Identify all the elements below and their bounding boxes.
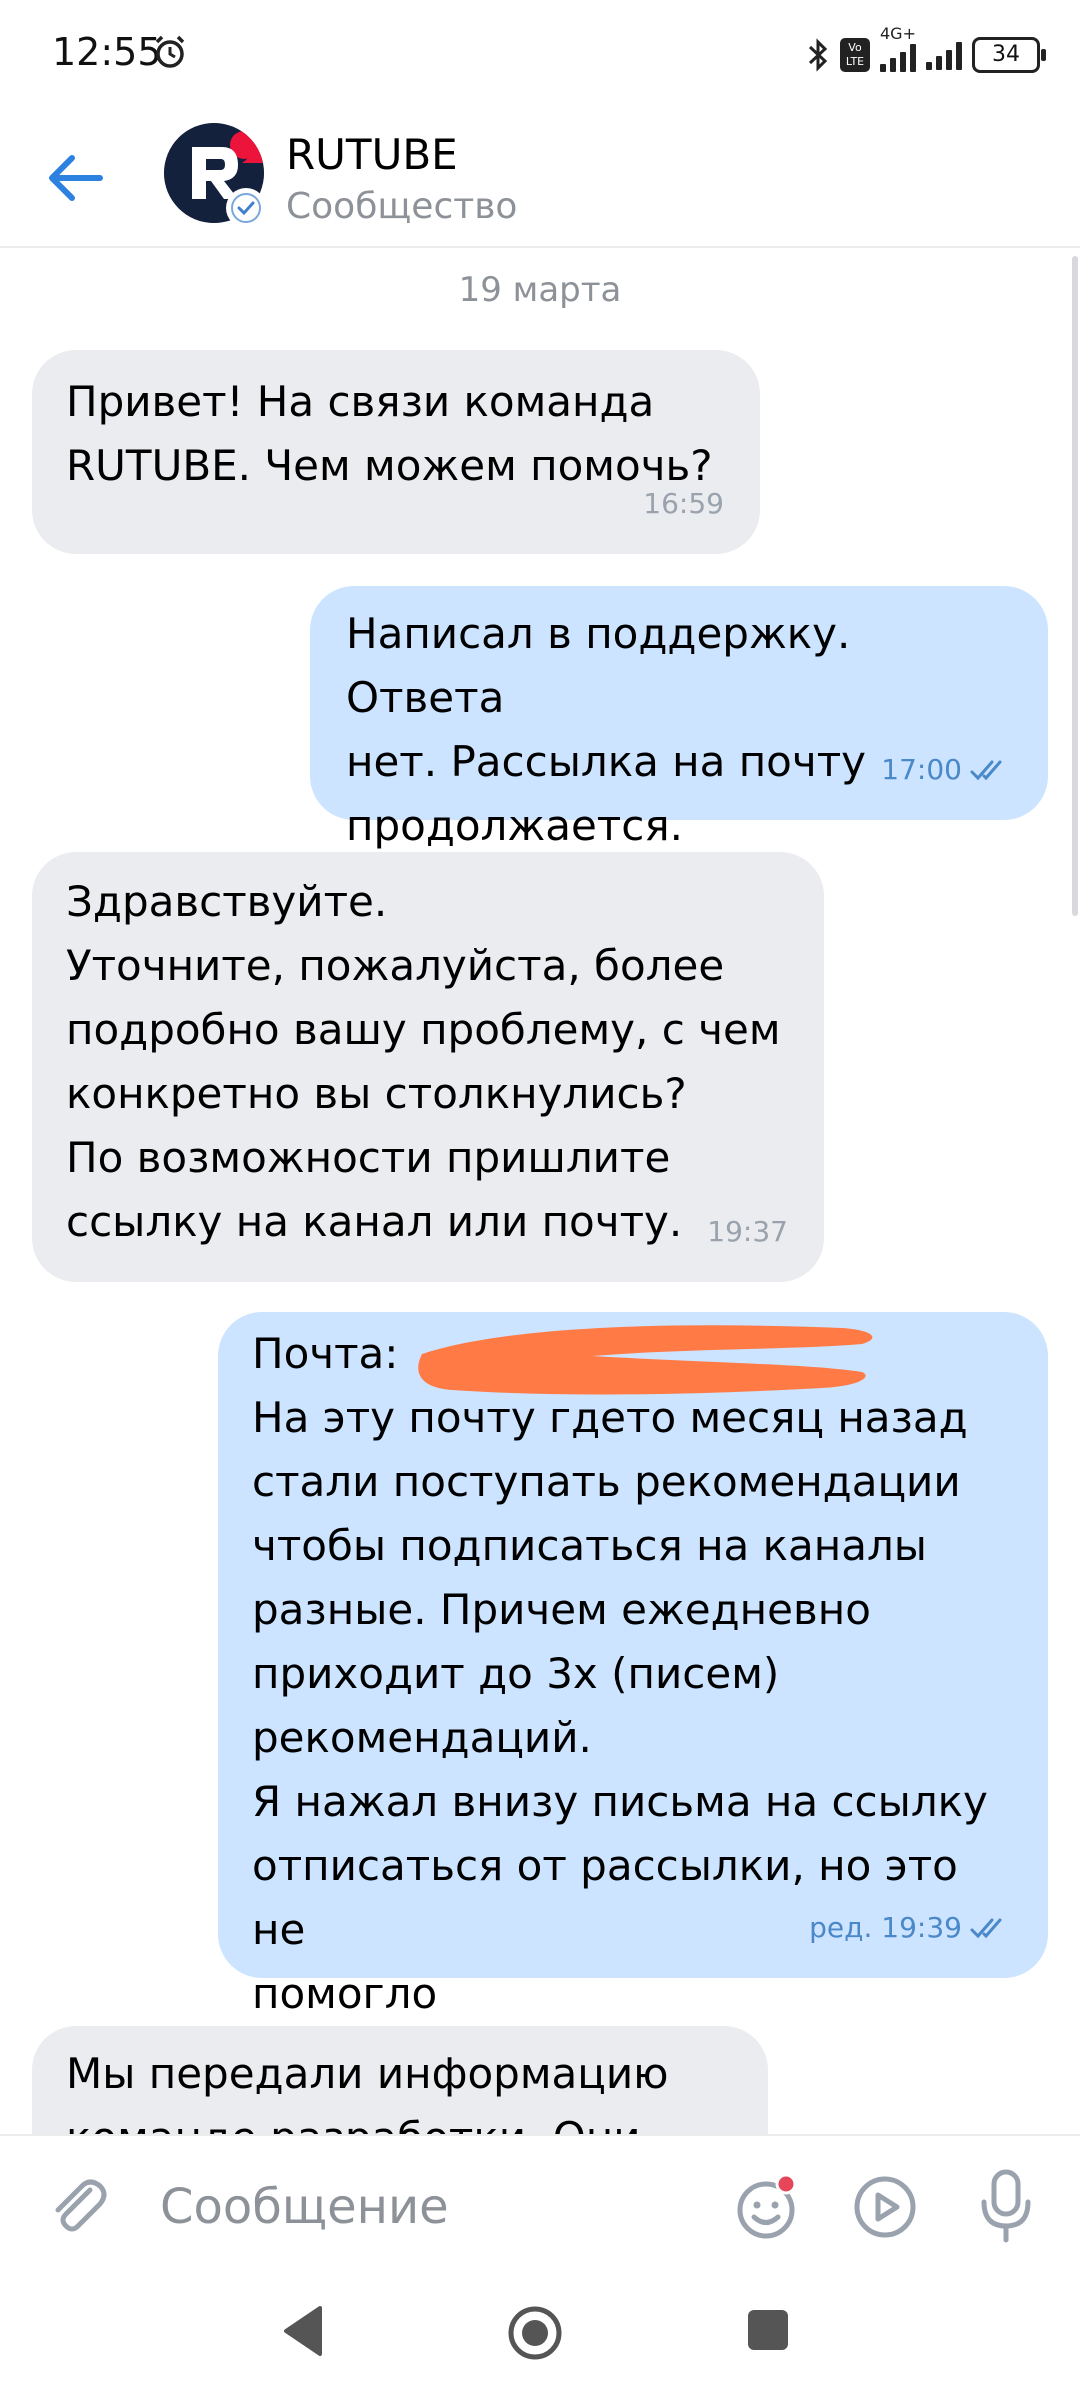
message-bubble-incoming[interactable]: Привет! На связи команда RUTUBE. Чем мож… <box>32 350 760 554</box>
message-time: ред. 19:39 <box>809 1911 962 1944</box>
message-meta: 17:00 <box>881 738 1012 802</box>
status-icons: Vo LTE 4G+ 34 <box>806 24 1046 80</box>
verified-badge-icon <box>226 188 266 228</box>
message-time: 19:37 <box>707 1215 788 1248</box>
message-bubble-incoming[interactable]: Мы передали информацию команде разработк… <box>32 2026 768 2134</box>
nav-back-icon[interactable] <box>280 2304 326 2358</box>
message-list[interactable]: 19 марта Привет! На связи команда RUTUBE… <box>0 246 1080 2134</box>
microphone-icon[interactable] <box>976 2166 1036 2246</box>
sticker-smile-icon[interactable] <box>732 2172 802 2242</box>
system-nav-bar <box>0 2274 1080 2400</box>
bluetooth-icon <box>808 38 828 72</box>
message-input[interactable] <box>158 2164 682 2250</box>
message-time: 16:59 <box>643 487 724 520</box>
video-message-icon[interactable] <box>850 2172 920 2242</box>
network-type: 4G+ <box>880 24 916 43</box>
alarm-icon <box>155 35 185 68</box>
read-checkmarks-icon <box>970 760 1002 781</box>
signal-icon-2 <box>926 40 962 70</box>
battery-icon: 34 <box>972 37 1046 73</box>
message-bubble-outgoing[interactable]: Почта: На эту почту гдето месяц назад ст… <box>218 1312 1048 2018</box>
paperclip-icon[interactable] <box>44 2172 112 2240</box>
scrollbar[interactable] <box>1072 256 1078 916</box>
nav-recents-icon[interactable] <box>748 2310 788 2350</box>
message-bubble-outgoing[interactable]: Написал в поддержку. Ответа нет. Рассылк… <box>310 586 1048 850</box>
message-meta: 16:59 <box>643 472 724 536</box>
volte-icon: Vo LTE <box>840 38 870 72</box>
redacted-email-scribble <box>418 1325 873 1395</box>
status-bar: 12:55 Vo LTE 4G+ 34 <box>0 0 1080 110</box>
chat-title[interactable]: RUTUBE <box>286 130 458 179</box>
message-text: Мы передали информацию команде разработк… <box>66 2049 669 2134</box>
read-checkmarks-icon <box>970 1918 1002 1939</box>
composer <box>0 2134 1080 2276</box>
status-time: 12:55 <box>52 30 162 74</box>
message-meta: ред. 19:39 <box>809 1896 1012 1960</box>
date-separator: 19 марта <box>458 270 622 310</box>
message-time: 17:00 <box>881 753 962 786</box>
chat-header: RUTUBE Сообщество <box>0 110 1080 248</box>
message-bubble-incoming[interactable]: Здравствуйте. Уточните, пожалуйста, боле… <box>32 852 824 1282</box>
message-meta: 19:37 <box>707 1200 788 1264</box>
message-text: Привет! На связи команда RUTUBE. Чем мож… <box>66 377 713 490</box>
chat-subtitle: Сообщество <box>286 186 518 227</box>
message-text: Написал в поддержку. Ответа нет. Рассылк… <box>346 609 867 850</box>
nav-home-icon[interactable] <box>506 2304 564 2362</box>
back-arrow-icon[interactable] <box>40 146 110 210</box>
signal-icon <box>880 42 916 72</box>
message-text: Здравствуйте. Уточните, пожалуйста, боле… <box>66 877 781 1246</box>
